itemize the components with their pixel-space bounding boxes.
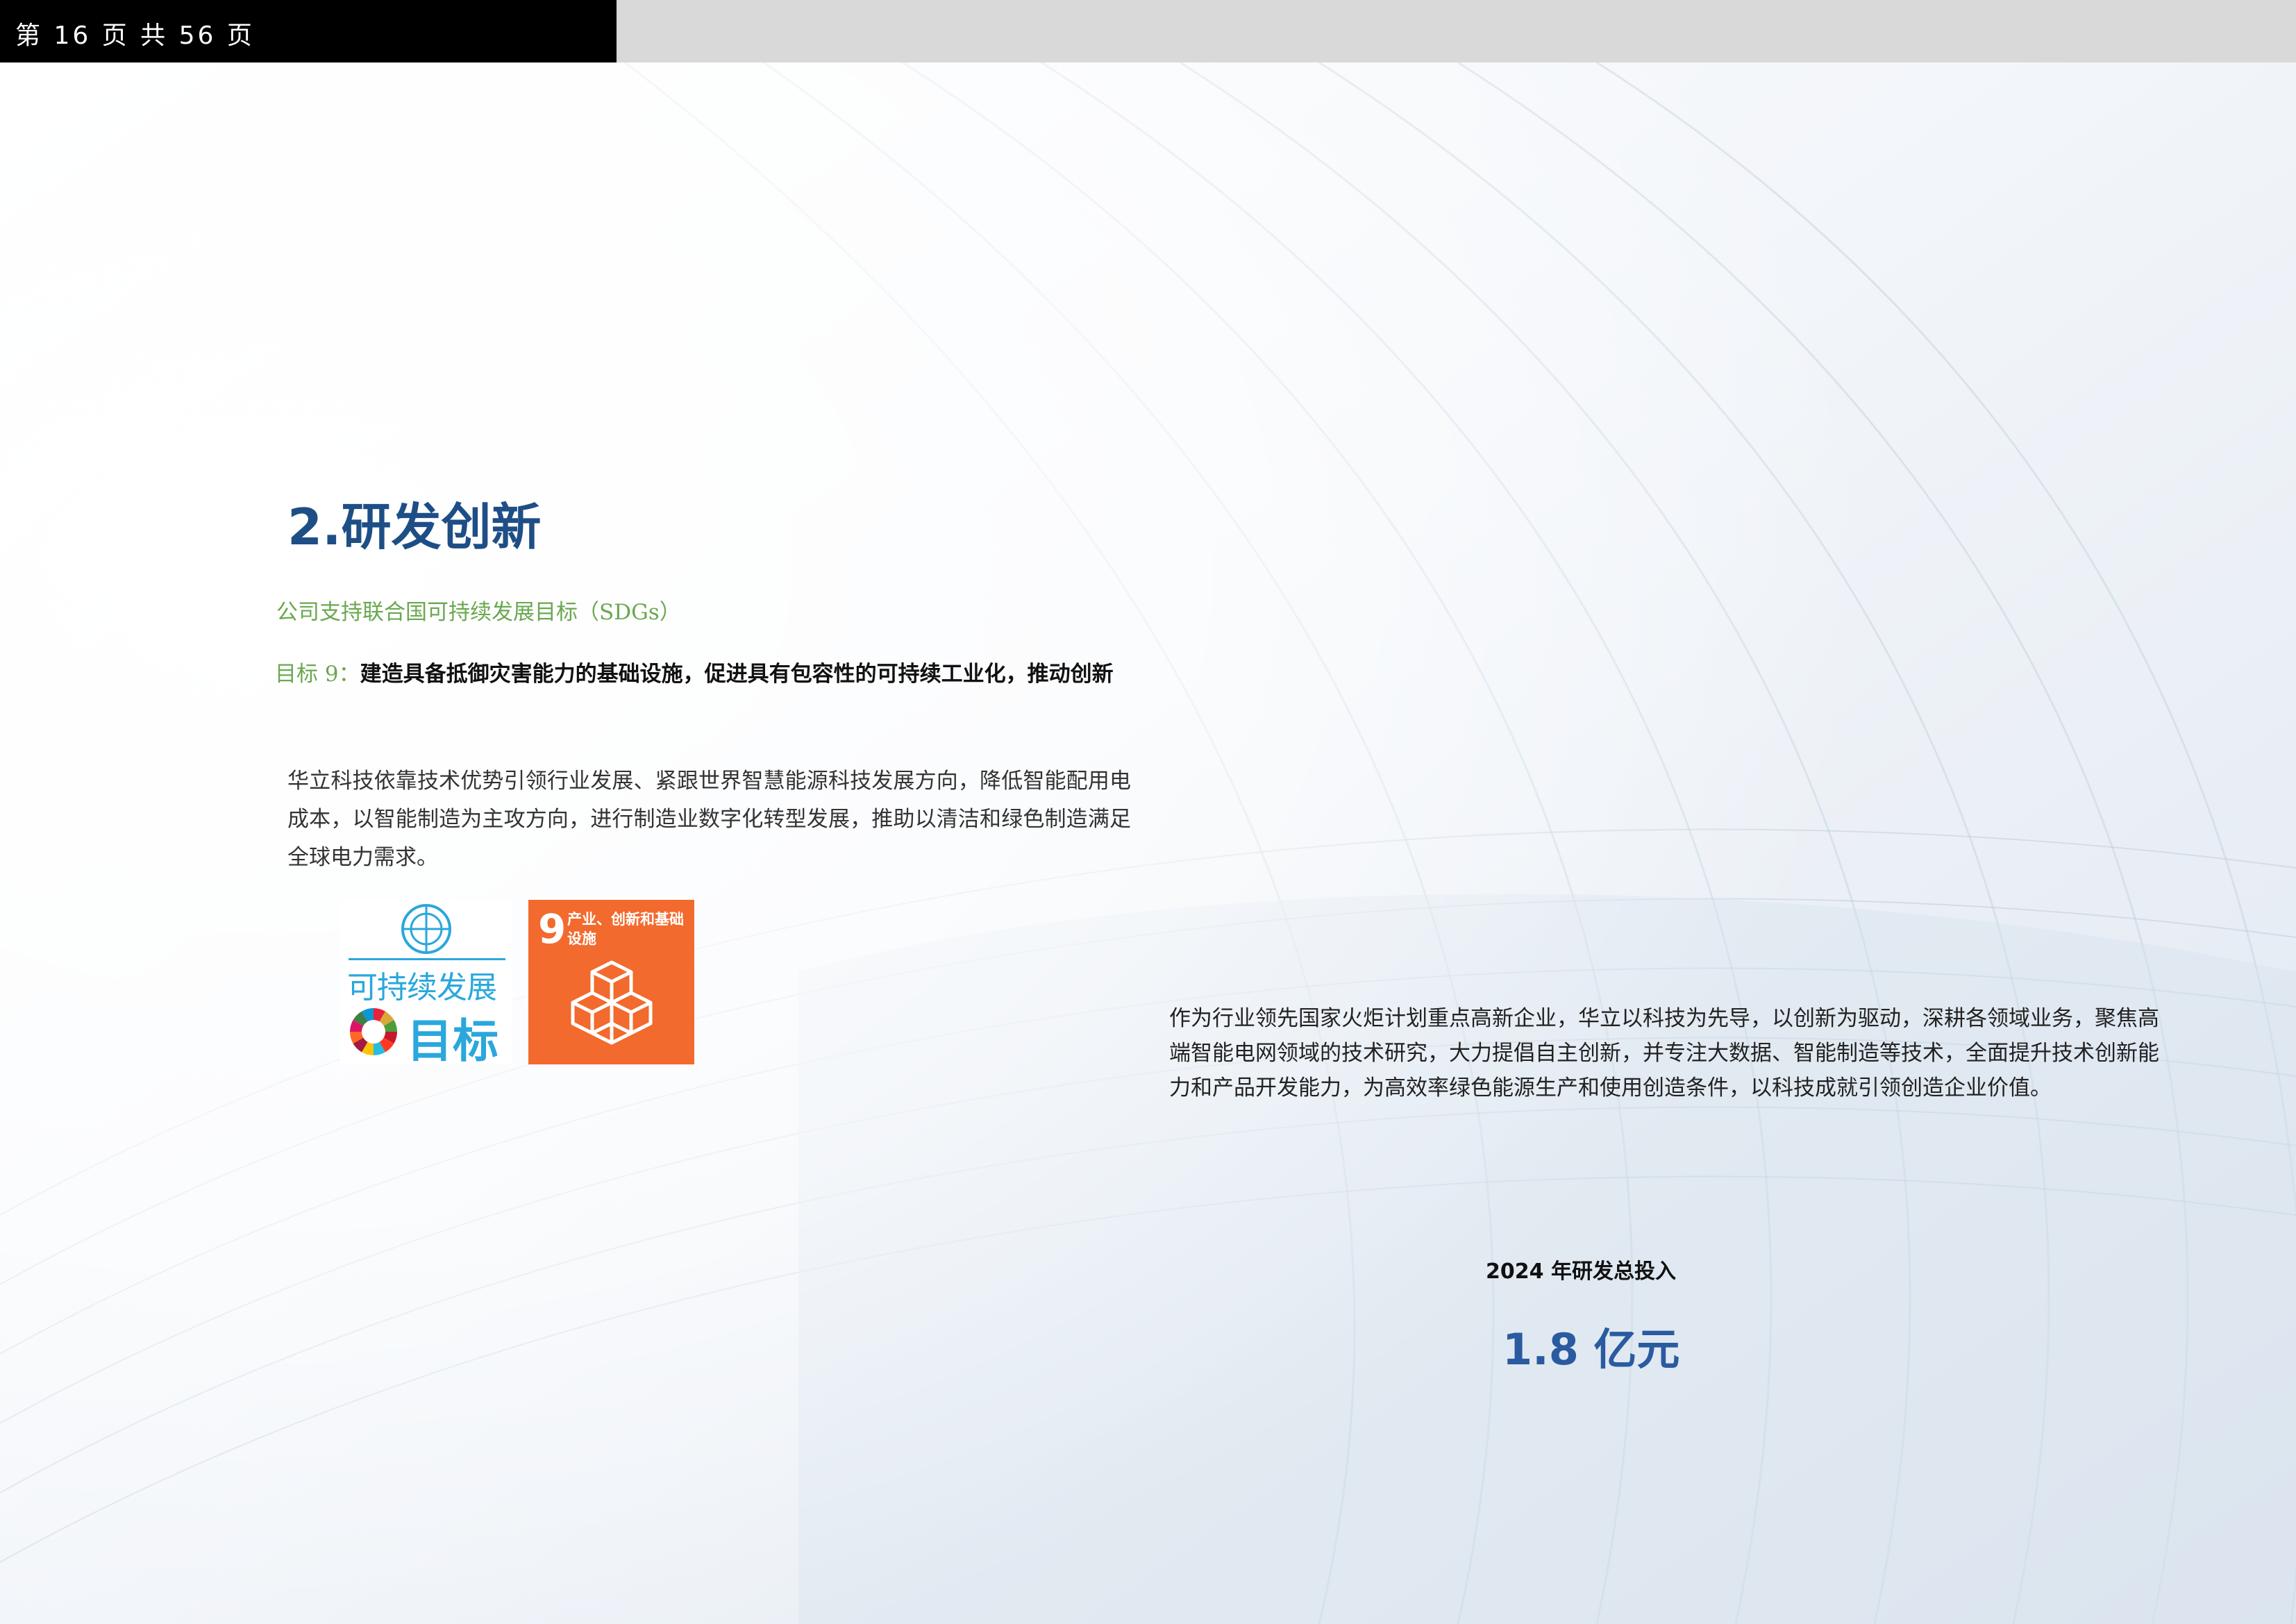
page-indicator: 第 16 页 共 56 页 <box>15 22 255 50</box>
sdg-logo-line1: 可持续发展 <box>347 970 497 1005</box>
goal-label: 目标 9： <box>275 662 360 687</box>
goal-text: 建造具备抵御灾害能力的基础设施，促进具有包容性的可持续工业化，推动创新 <box>360 662 1114 687</box>
intro-paragraph: 华立科技依靠技术优势引领行业发展、紧跟世界智慧能源科技发展方向，降低智能配用电成… <box>287 769 1131 870</box>
sdg9-tile: 9 产业、创新和基础设施 <box>528 900 694 1064</box>
sdg-support-line: 公司支持联合国可持续发展目标（SDGs） <box>276 600 681 625</box>
logo-rule <box>349 958 505 960</box>
page-indicator-bar: 第 16 页 共 56 页 <box>0 0 617 62</box>
sdg-logo: 可持续发展 目标 <box>340 900 512 1068</box>
un-emblem-icon <box>401 904 451 954</box>
sdg9-label: 产业、创新和基础设施 <box>567 911 684 947</box>
rd-investment-value: 1.8 亿元 <box>1502 1324 1680 1375</box>
sdg9-number: 9 <box>538 905 567 953</box>
header-band <box>617 0 2296 62</box>
goal-statement: 目标 9：建造具备抵御灾害能力的基础设施，促进具有包容性的可持续工业化，推动创新 <box>275 657 1136 692</box>
body-paragraph: 作为行业领先国家火炬计划重点高新企业，华立以科技为先导，以创新为驱动，深耕各领域… <box>1169 1006 2159 1100</box>
cubes-icon <box>571 960 653 1045</box>
section-title: 2.研发创新 <box>287 498 542 556</box>
sdg-wheel-icon <box>350 1008 397 1055</box>
rd-investment-label: 2024 年研发总投入 <box>1486 1259 1676 1284</box>
sdg-logo-line2: 目标 <box>407 1014 498 1068</box>
